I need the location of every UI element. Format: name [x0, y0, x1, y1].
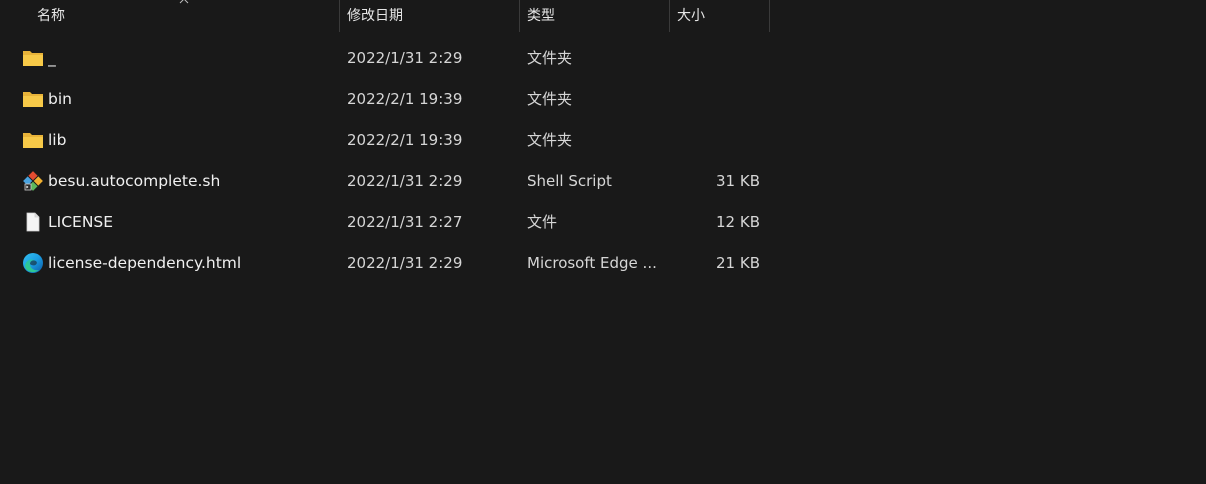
file-name: _ [48, 49, 56, 67]
sort-ascending-icon [179, 0, 189, 4]
file-modified-date: 2022/1/31 2:27 [347, 213, 463, 231]
file-type: 文件夹 [527, 49, 573, 67]
file-type: 文件 [527, 213, 558, 231]
file-row[interactable]: license-dependency.html 2022/1/31 2:29 M… [0, 243, 770, 284]
file-size: 12 KB [716, 213, 760, 231]
file-size: 31 KB [716, 172, 760, 190]
folder-icon [23, 51, 43, 66]
file-modified-date: 2022/1/31 2:29 [347, 172, 463, 190]
column-header-bar: 名称 修改日期 类型 大小 [0, 0, 770, 32]
file-modified-date: 2022/1/31 2:29 [347, 254, 463, 272]
file-modified-date: 2022/1/31 2:29 [347, 49, 463, 67]
column-header-size[interactable]: 大小 [670, 0, 769, 32]
file-name: bin [48, 90, 72, 108]
column-header-name-label: 名称 [37, 8, 65, 24]
file-name: license-dependency.html [48, 254, 242, 272]
column-header-date[interactable]: 修改日期 [340, 0, 519, 32]
file-type: Shell Script [527, 172, 612, 190]
file-list: _ 2022/1/31 2:29 文件夹 bin 2022/2/1 19:39 … [0, 38, 770, 284]
file-modified-date: 2022/2/1 19:39 [347, 90, 463, 108]
column-header-type[interactable]: 类型 [520, 0, 669, 32]
file-type: 文件夹 [527, 90, 573, 108]
column-header-type-label: 类型 [527, 8, 555, 24]
column-header-size-label: 大小 [677, 8, 705, 24]
file-row[interactable]: bin 2022/2/1 19:39 文件夹 [0, 79, 770, 120]
file-explorer-view: 名称 修改日期 类型 大小 _ 2022/1/31 2:29 文件夹 bin 2… [0, 0, 1206, 484]
file-row[interactable]: besu.autocomplete.sh 2022/1/31 2:29 Shel… [0, 161, 770, 202]
file-name: besu.autocomplete.sh [48, 172, 221, 190]
git-shell-script-icon [23, 171, 43, 191]
column-header-name[interactable]: 名称 [0, 0, 339, 32]
file-type: Microsoft Edge ... [527, 254, 657, 272]
file-size [670, 38, 760, 79]
file-row[interactable]: lib 2022/2/1 19:39 文件夹 [0, 120, 770, 161]
column-header-date-label: 修改日期 [347, 8, 403, 24]
file-size [670, 120, 760, 161]
folder-icon [23, 92, 43, 107]
folder-icon [23, 133, 43, 148]
edge-browser-icon [23, 253, 43, 273]
file-size: 21 KB [716, 254, 760, 272]
column-resize-handle[interactable] [769, 0, 770, 32]
file-row[interactable]: LICENSE 2022/1/31 2:27 文件 12 KB [0, 202, 770, 243]
file-size [670, 79, 760, 120]
file-modified-date: 2022/2/1 19:39 [347, 131, 463, 149]
file-name: lib [48, 131, 67, 149]
file-name: LICENSE [48, 213, 114, 231]
blank-file-icon [26, 212, 40, 232]
file-type: 文件夹 [527, 131, 573, 149]
file-row[interactable]: _ 2022/1/31 2:29 文件夹 [0, 38, 770, 79]
